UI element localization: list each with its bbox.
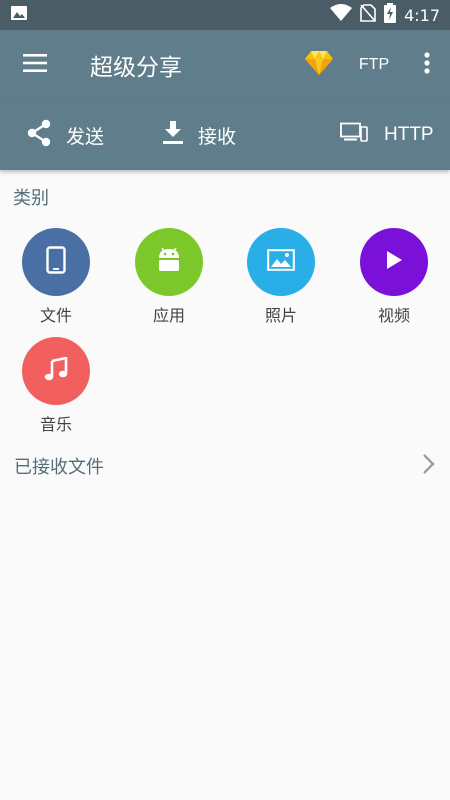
app-title: 超级分享 — [90, 55, 182, 81]
more-options-button[interactable] — [404, 30, 450, 100]
http-label: HTTP — [384, 124, 434, 145]
play-icon — [385, 250, 403, 274]
category-files[interactable]: 文件 — [11, 228, 101, 326]
image-icon — [10, 4, 28, 26]
category-music[interactable]: 音乐 — [11, 337, 101, 435]
phone-icon — [46, 246, 66, 278]
premium-button[interactable] — [294, 30, 344, 100]
share-icon — [26, 119, 52, 152]
received-files-label: 已接收文件 — [14, 457, 104, 478]
wifi-icon — [330, 4, 353, 26]
chevron-right-icon — [422, 453, 436, 479]
music-note-icon — [44, 356, 68, 385]
category-label: 应用 — [152, 306, 185, 325]
http-button[interactable]: HTTP — [340, 100, 434, 170]
battery-charging-icon — [384, 3, 397, 27]
category-label: 照片 — [264, 306, 297, 325]
status-bar: 4:17 — [0, 0, 450, 30]
category-files-circle — [22, 228, 90, 296]
received-files-row[interactable]: 已接收文件 — [0, 442, 450, 490]
menu-button[interactable] — [0, 30, 70, 100]
category-label: 音乐 — [39, 415, 72, 434]
receive-label: 接收 — [198, 125, 237, 148]
category-apps-circle — [135, 228, 203, 296]
photo-icon — [267, 249, 295, 275]
android-icon — [156, 247, 182, 276]
category-videos-circle — [360, 228, 428, 296]
category-photos[interactable]: 照片 — [236, 228, 326, 326]
receive-button[interactable]: 接收 — [162, 100, 236, 170]
menu-icon — [23, 54, 47, 76]
send-button[interactable]: 发送 — [26, 100, 104, 170]
send-label: 发送 — [66, 125, 105, 148]
category-photos-circle — [247, 228, 315, 296]
more-vert-icon — [424, 52, 430, 78]
category-apps[interactable]: 应用 — [124, 228, 214, 326]
action-bar: 发送 接收 HTTP — [0, 100, 450, 170]
download-icon — [162, 120, 184, 150]
ftp-button[interactable]: FTP — [344, 30, 404, 100]
category-videos[interactable]: 视频 — [349, 228, 439, 326]
categories-title: 类别 — [13, 188, 49, 209]
no-sim-icon — [360, 4, 376, 26]
devices-icon — [340, 122, 368, 148]
app-toolbar: 超级分享 FTP — [0, 30, 450, 100]
category-label: 文件 — [39, 306, 72, 325]
gem-icon — [304, 50, 334, 80]
category-label: 视频 — [377, 306, 410, 325]
status-time: 4:17 — [404, 5, 440, 25]
category-music-circle — [22, 337, 90, 405]
